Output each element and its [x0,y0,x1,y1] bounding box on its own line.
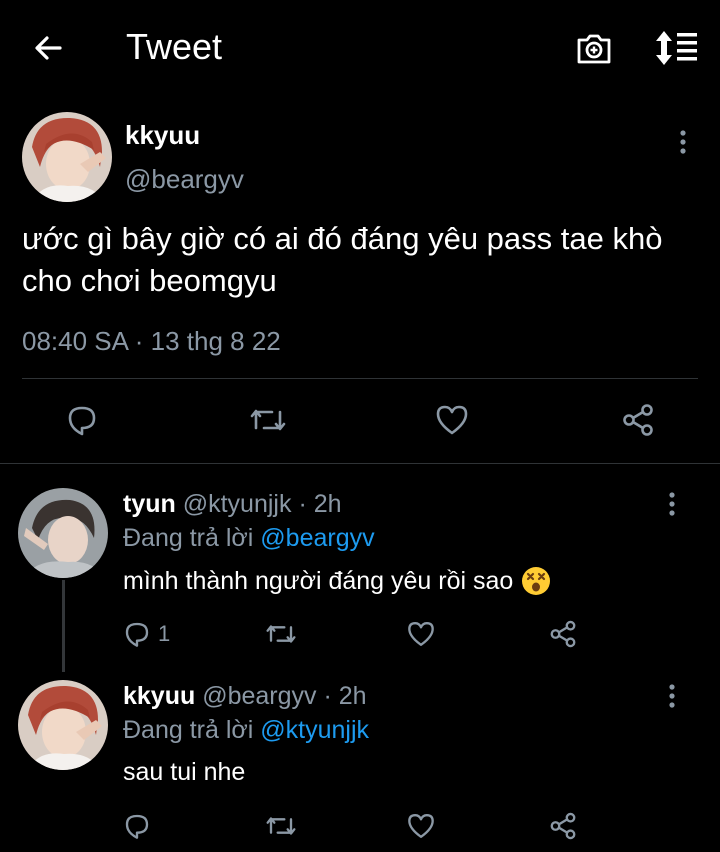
replying-to: Đang trả lời @ktyunjjk [123,716,369,745]
avatar[interactable] [22,112,112,202]
author-name[interactable]: kkyuu [123,682,195,710]
reply-time: · 2h [298,490,342,518]
camera-plus-icon [577,34,611,64]
author-handle[interactable]: @ktyunjjk [183,490,292,518]
more-vertical-icon [669,492,675,516]
tweet-timestamp[interactable]: 08:40 SA · 13 thg 8 22 [22,326,281,357]
more-vertical-icon [680,130,686,154]
share-button[interactable] [548,808,578,844]
like-icon [436,405,468,435]
sort-button[interactable] [652,28,700,68]
share-icon [550,620,576,648]
retweet-icon [250,409,286,431]
author-handle[interactable]: @beargyv [202,682,316,710]
share-icon [550,812,576,840]
like-button[interactable] [406,808,436,844]
reply-time: · 2h [323,682,367,710]
retweet-button[interactable] [264,616,298,652]
reply-button[interactable]: 1 [122,616,170,652]
share-icon [623,404,653,436]
top-app-bar: Tweet [0,0,720,96]
avatar-photo [18,680,108,770]
author-name[interactable]: kkyuu [125,120,200,151]
avatar-photo [22,112,112,202]
like-icon [408,814,434,838]
retweet-button[interactable] [248,402,288,438]
author-handle[interactable]: @beargyv [125,164,244,195]
like-button[interactable] [434,402,470,438]
mention-link[interactable]: @ktyunjjk [260,716,369,744]
more-options-button[interactable] [660,484,684,524]
retweet-button[interactable] [264,808,298,844]
like-icon [408,622,434,646]
more-options-button[interactable] [671,122,695,162]
dizzy-face-emoji [522,567,551,595]
replying-to: Đang trả lời @beargyv [123,524,375,553]
share-button[interactable] [548,616,578,652]
reply-text-row: sau tui nhe [123,758,245,787]
retweet-icon [266,625,296,643]
reply-text: mình thành người đáng yêu rồi sao [123,566,514,595]
divider [22,378,698,379]
reply-icon [125,814,149,839]
replying-prefix: Đang trả lời [123,716,254,744]
more-options-button[interactable] [660,676,684,716]
more-vertical-icon [669,684,675,708]
like-button[interactable] [406,616,436,652]
reply-header: kkyuu @beargyv · 2h [123,682,367,711]
reply-text-row: mình thành người đáng yêu rồi sao [123,566,551,596]
share-button[interactable] [620,402,656,438]
avatar[interactable] [18,680,108,770]
reply-header: tyun @ktyunjjk · 2h [123,490,342,519]
reply-text: sau tui nhe [123,758,246,786]
thread-connector [62,580,65,672]
tweet-text: ước gì bây giờ có ai đó đáng yêu pass ta… [22,221,663,298]
divider [0,463,720,464]
page-title: Tweet [126,26,223,67]
author-name[interactable]: tyun [123,490,176,518]
replying-prefix: Đang trả lời [123,524,254,552]
avatar-photo [18,488,108,578]
retweet-icon [266,817,296,835]
reply-button[interactable] [64,402,100,438]
back-button[interactable] [28,28,68,68]
reply-count: 1 [158,621,171,646]
reply-button[interactable] [122,808,152,844]
reply-icon [125,622,149,647]
sort-icon [656,31,697,65]
reply-icon [68,406,96,436]
mention-link[interactable]: @beargyv [260,524,374,552]
camera-button[interactable] [574,28,614,68]
arrow-left-icon [35,36,62,60]
avatar[interactable] [18,488,108,578]
